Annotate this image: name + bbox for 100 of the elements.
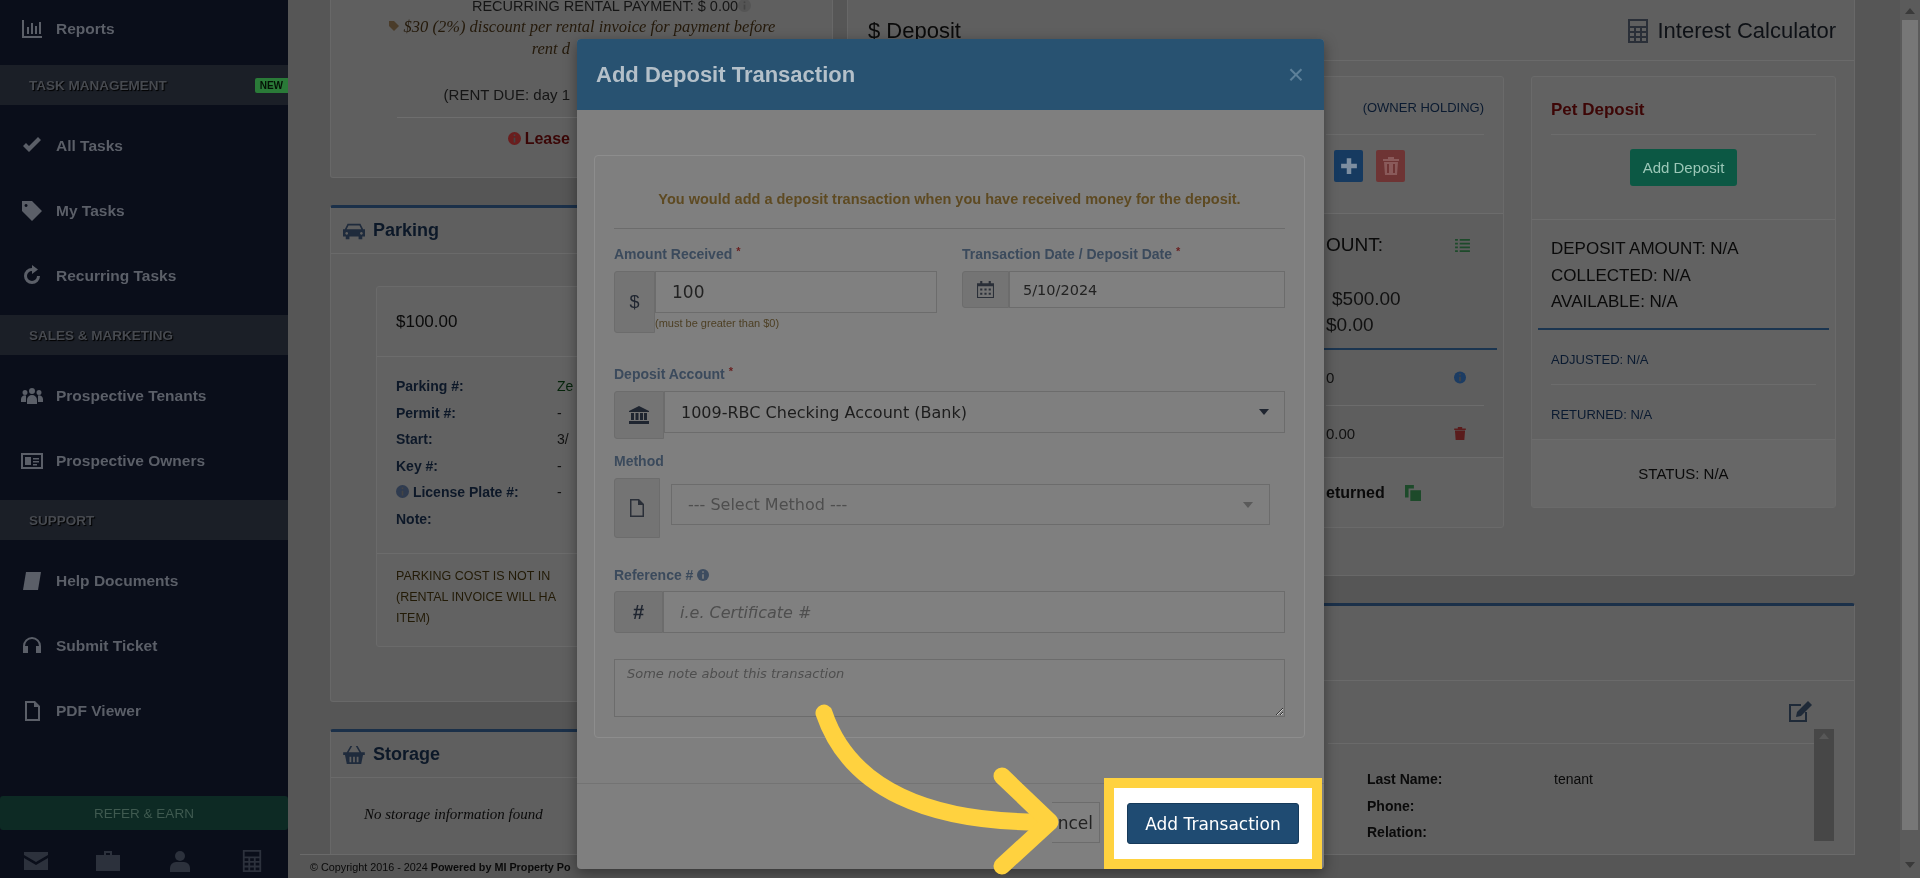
- sidebar-item[interactable]: Reports: [0, 0, 288, 58]
- panel-title: Storage: [373, 744, 441, 765]
- amount-value: $500.00: [1331, 287, 1402, 311]
- field-value: -: [557, 484, 562, 501]
- parking-note: ITEM): [396, 610, 431, 627]
- calculator-icon[interactable]: [240, 850, 264, 872]
- field-label: Note:: [396, 510, 433, 527]
- sidebar-item[interactable]: Help Documents: [0, 548, 288, 613]
- empty-message: No storage information found: [364, 806, 543, 823]
- returned-label: eturned: [1326, 483, 1385, 502]
- add-deposit-button[interactable]: Add Deposit: [1629, 149, 1738, 186]
- transaction-amount: 0.00: [1326, 424, 1356, 442]
- field-label: License Plate #:: [396, 484, 557, 501]
- hash-prefix: #: [614, 591, 663, 633]
- transaction-amount: 0: [1326, 369, 1335, 386]
- sidebar-item[interactable]: Recurring Tasks: [0, 243, 288, 308]
- discount-text: rent d: [530, 40, 571, 58]
- parking-note: PARKING COST IS NOT IN: [396, 568, 551, 585]
- returned-text: RETURNED: N/A: [1551, 405, 1654, 424]
- field-label: Method: [614, 453, 664, 469]
- sidebar-item[interactable]: My Tasks: [0, 178, 288, 243]
- info-icon[interactable]: [1454, 371, 1466, 384]
- deposit-summary: DEPOSIT AMOUNT: N/A: [1551, 238, 1740, 260]
- sidebar-item[interactable]: PDF Viewer: [0, 678, 288, 743]
- copyright-text: © Copyright 2016 - 2024 Powered by MI Property Po: [310, 860, 571, 873]
- field-label: Deposit Account: [614, 366, 725, 382]
- field-value: Ze: [557, 378, 574, 395]
- required-mark: *: [736, 246, 741, 257]
- caret-icon: [1259, 409, 1269, 415]
- caret-icon: [1243, 501, 1253, 508]
- info-icon: [396, 485, 409, 499]
- plus-icon: [1339, 157, 1358, 175]
- calendar-icon: [977, 281, 994, 298]
- new-badge: NEW: [254, 77, 288, 93]
- basket-icon: [343, 745, 365, 764]
- modal-title: Add Deposit Transaction: [596, 61, 856, 88]
- required-mark: *: [728, 366, 733, 377]
- field-hint: (must be greater than $0): [655, 317, 781, 329]
- field-label: Permit #:: [396, 404, 457, 421]
- field-label: Transaction Date / Deposit Date: [962, 246, 1173, 262]
- field-value: tenant: [1554, 771, 1593, 788]
- document-icon: [630, 499, 644, 517]
- payment-line: RECURRING RENTAL PAYMENT: $ 0.00: [471, 0, 739, 14]
- add-button[interactable]: [1334, 150, 1363, 182]
- field-label: Last Name:: [1367, 771, 1444, 788]
- close-button[interactable]: ×: [1287, 60, 1304, 89]
- field-label: Start:: [396, 431, 434, 448]
- tag-icon: [20, 198, 44, 223]
- date-input[interactable]: 5/10/2024: [1009, 271, 1285, 308]
- field-value: -: [557, 404, 562, 421]
- list-icon[interactable]: [1455, 238, 1470, 252]
- trash-icon[interactable]: [1454, 426, 1466, 440]
- parking-note: (RENTAL INVOICE WILL HA: [396, 589, 556, 606]
- deposit-summary: AVAILABLE: N/A: [1551, 291, 1679, 313]
- date-addon[interactable]: [962, 271, 1009, 308]
- parking-amount: $100.00: [396, 311, 458, 332]
- holding-label: (OWNER HOLDING): [1362, 100, 1484, 115]
- sidebar-item[interactable]: Prospective Owners: [0, 428, 288, 493]
- copy-icon[interactable]: [1404, 484, 1421, 501]
- account-select[interactable]: 1009-RBC Checking Account (Bank): [664, 391, 1285, 433]
- car-icon: [343, 221, 365, 240]
- delete-button[interactable]: [1376, 150, 1405, 182]
- mail-icon[interactable]: [24, 850, 48, 872]
- chart-icon: [20, 17, 44, 41]
- briefcase-icon[interactable]: [96, 850, 120, 872]
- bank-icon: [629, 406, 649, 424]
- status-text: STATUS: N/A: [1638, 465, 1729, 482]
- field-label: Parking #:: [396, 378, 465, 395]
- panel-title: $ Deposit: [868, 17, 961, 44]
- discount-text: $30 (2%) discount per rental invoice for payment before: [403, 17, 776, 36]
- scrollbar[interactable]: [1814, 729, 1834, 841]
- field-label: Key #:: [396, 457, 440, 474]
- lease-link[interactable]: Lease: [524, 130, 570, 147]
- info-icon[interactable]: [697, 568, 710, 581]
- rent-due-text: (RENT DUE: day 1: [442, 86, 571, 103]
- required-mark: *: [1176, 246, 1181, 257]
- calculator-icon: [1628, 18, 1649, 43]
- amount-input[interactable]: 100: [655, 271, 937, 313]
- user-icon[interactable]: [168, 850, 192, 872]
- info-icon: [507, 132, 521, 145]
- field-label: Phone:: [1367, 797, 1416, 814]
- cancel-button[interactable]: ncel: [1051, 802, 1100, 843]
- card-title: Pet Deposit: [1551, 77, 1816, 135]
- field-label: Relation:: [1367, 824, 1428, 841]
- add-transaction-button[interactable]: Add Transaction: [1127, 803, 1299, 844]
- sidebar-item[interactable]: All Tasks: [0, 113, 288, 178]
- deposit-summary: COLLECTED: N/A: [1551, 264, 1692, 287]
- interest-calculator-link[interactable]: Interest Calculator: [1628, 17, 1836, 44]
- edit-icon[interactable]: [1786, 700, 1814, 724]
- sidebar-item[interactable]: Submit Ticket: [0, 613, 288, 678]
- tag-icon: [387, 20, 400, 32]
- field-value: -: [557, 457, 562, 474]
- amount-value: $0.00: [1326, 313, 1375, 337]
- field-value: 3/: [557, 431, 569, 448]
- currency-prefix: $: [614, 271, 655, 333]
- adjusted-text: ADJUSTED: N/A: [1551, 330, 1816, 385]
- field-label: Reference #: [614, 566, 694, 583]
- field-label: Amount Received: [614, 246, 733, 262]
- trash-icon: [1382, 157, 1399, 175]
- sidebar-item[interactable]: Prospective Tenants: [0, 363, 288, 428]
